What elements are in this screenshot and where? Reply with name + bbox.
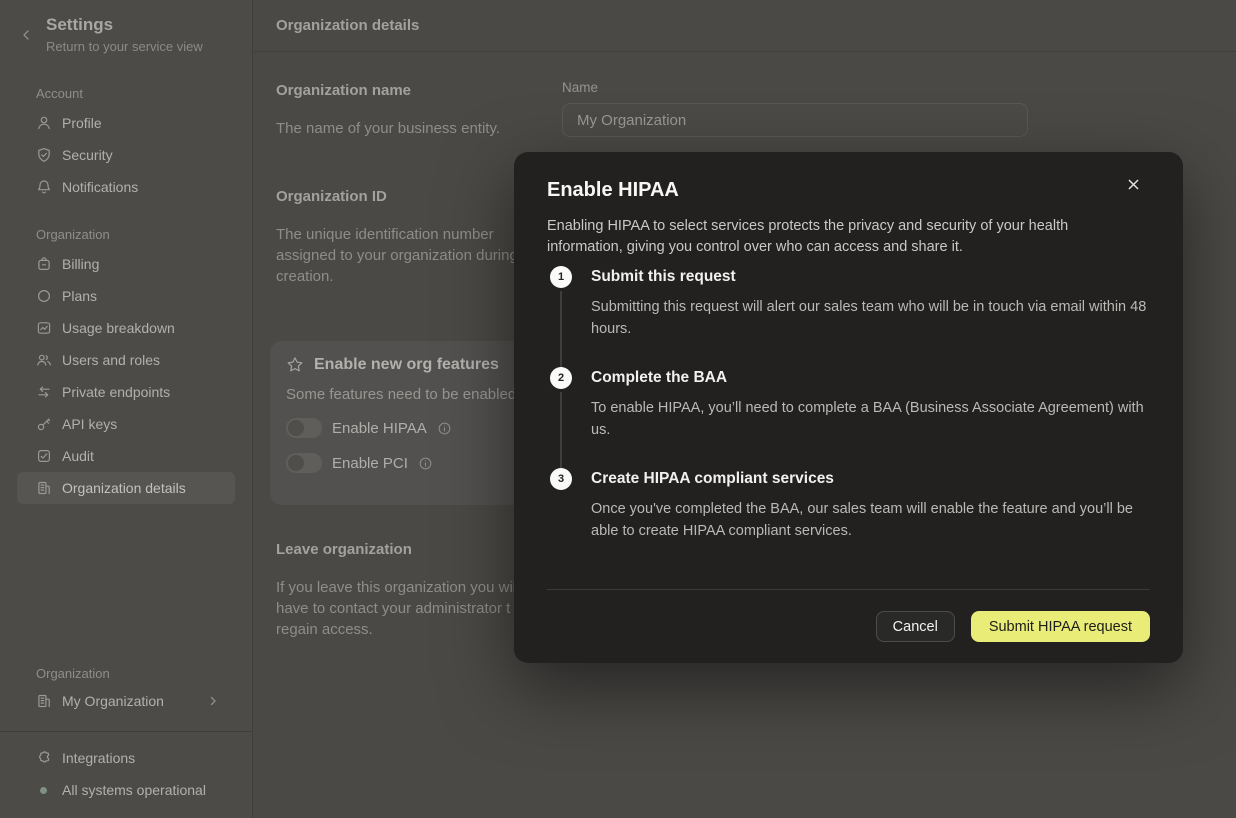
- system-status-item[interactable]: All systems operational: [17, 774, 235, 806]
- step-title: Create HIPAA compliant services: [591, 468, 1150, 490]
- sidebar-item-label: API keys: [62, 416, 117, 432]
- cancel-button[interactable]: Cancel: [876, 611, 955, 642]
- step-body: Once you've completed the BAA, our sales…: [591, 499, 1150, 542]
- step-body: To enable HIPAA, you’ll need to complete…: [591, 398, 1150, 441]
- org-name-input[interactable]: [562, 103, 1028, 137]
- sidebar-item-label: Usage breakdown: [62, 320, 175, 336]
- sidebar-title: Settings: [46, 15, 113, 35]
- step-number-badge: 3: [550, 468, 572, 490]
- org-id-description: The unique identification number assigne…: [276, 224, 518, 287]
- step-body: Submitting this request will alert our s…: [591, 297, 1150, 340]
- org-id-heading: Organization ID: [276, 188, 387, 205]
- building-icon: [36, 480, 52, 496]
- sidebar-item-label: Audit: [62, 448, 94, 464]
- sidebar-item-label: Billing: [62, 256, 99, 272]
- user-icon: [36, 115, 52, 131]
- sidebar-item-label: Notifications: [62, 179, 138, 195]
- info-icon[interactable]: [437, 421, 452, 436]
- leave-org-heading: Leave organization: [276, 541, 412, 558]
- sidebar-item-organization-details[interactable]: Organization details: [17, 472, 235, 504]
- step-number-badge: 1: [550, 266, 572, 288]
- sidebar-footer: Organization My Organization Integration…: [0, 658, 252, 818]
- info-icon[interactable]: [418, 456, 433, 471]
- modal-steps: 1 Submit this request Submitting this re…: [547, 262, 1150, 542]
- sidebar: Settings Return to your service view Acc…: [0, 0, 253, 818]
- org-name-heading: Organization name: [276, 82, 411, 99]
- audit-check-icon: [36, 448, 52, 464]
- hipaa-toggle-label: Enable HIPAA: [332, 420, 427, 437]
- sidebar-item-label: Profile: [62, 115, 102, 131]
- sidebar-nav: Account Profile Security Notifications O…: [0, 78, 252, 504]
- sidebar-item-api-keys[interactable]: API keys: [17, 408, 235, 440]
- footer-section-label: Organization: [0, 658, 252, 685]
- sidebar-item-security[interactable]: Security: [17, 139, 235, 171]
- puzzle-icon: [36, 750, 52, 766]
- org-switcher-label: My Organization: [62, 693, 164, 709]
- leave-org-description: If you leave this organization you wil h…: [276, 577, 516, 640]
- integrations-label: Integrations: [62, 750, 135, 766]
- chevron-right-icon: [207, 695, 219, 707]
- star-icon: [286, 356, 304, 374]
- org-name-description: The name of your business entity.: [276, 118, 536, 139]
- chart-icon: [36, 320, 52, 336]
- sidebar-item-profile[interactable]: Profile: [17, 107, 235, 139]
- features-card-title: Enable new org features: [314, 356, 499, 374]
- sidebar-item-label: Private endpoints: [62, 384, 170, 400]
- enable-hipaa-modal: Enable HIPAA Enabling HIPAA to select se…: [514, 152, 1183, 663]
- key-icon: [36, 416, 52, 432]
- modal-title: Enable HIPAA: [547, 178, 679, 202]
- step-title: Complete the BAA: [591, 367, 1150, 389]
- sidebar-item-label: Users and roles: [62, 352, 160, 368]
- close-icon[interactable]: [1125, 176, 1142, 193]
- section-label-account: Account: [0, 78, 252, 107]
- sidebar-item-users-and-roles[interactable]: Users and roles: [17, 344, 235, 376]
- step-number-badge: 2: [550, 367, 572, 389]
- step-2: 2 Complete the BAA To enable HIPAA, you’…: [547, 367, 1150, 441]
- swap-arrows-icon: [36, 384, 52, 400]
- sidebar-divider: [0, 731, 252, 732]
- step-3: 3 Create HIPAA compliant services Once y…: [547, 468, 1150, 542]
- sidebar-item-label: Organization details: [62, 480, 186, 496]
- back-chevron-icon[interactable]: [19, 28, 33, 42]
- submit-hipaa-request-button[interactable]: Submit HIPAA request: [971, 611, 1150, 642]
- sidebar-item-billing[interactable]: Billing: [17, 248, 235, 280]
- status-dot-icon: [40, 787, 47, 794]
- sidebar-item-label: Plans: [62, 288, 97, 304]
- org-switcher[interactable]: My Organization: [17, 685, 235, 717]
- integrations-item[interactable]: Integrations: [17, 742, 235, 774]
- sidebar-item-notifications[interactable]: Notifications: [17, 171, 235, 203]
- users-icon: [36, 352, 52, 368]
- circle-icon: [36, 288, 52, 304]
- hipaa-toggle[interactable]: [286, 418, 322, 438]
- shield-check-icon: [36, 147, 52, 163]
- building-icon: [36, 693, 52, 709]
- page-title: Organization details: [276, 17, 419, 34]
- status-label: All systems operational: [62, 782, 206, 798]
- sidebar-item-label: Security: [62, 147, 113, 163]
- page-header: Organization details: [254, 0, 1236, 52]
- bell-icon: [36, 179, 52, 195]
- sidebar-item-usage-breakdown[interactable]: Usage breakdown: [17, 312, 235, 344]
- sidebar-item-private-endpoints[interactable]: Private endpoints: [17, 376, 235, 408]
- name-field-label: Name: [562, 80, 598, 95]
- modal-footer: Cancel Submit HIPAA request: [547, 589, 1150, 642]
- step-title: Submit this request: [591, 266, 1150, 288]
- section-label-organization: Organization: [0, 219, 252, 248]
- sidebar-item-plans[interactable]: Plans: [17, 280, 235, 312]
- sidebar-subtitle: Return to your service view: [46, 39, 203, 54]
- pci-toggle-label: Enable PCI: [332, 455, 408, 472]
- pci-toggle[interactable]: [286, 453, 322, 473]
- modal-description: Enabling HIPAA to select services protec…: [547, 216, 1107, 258]
- step-1: 1 Submit this request Submitting this re…: [547, 266, 1150, 340]
- wallet-icon: [36, 256, 52, 272]
- sidebar-item-audit[interactable]: Audit: [17, 440, 235, 472]
